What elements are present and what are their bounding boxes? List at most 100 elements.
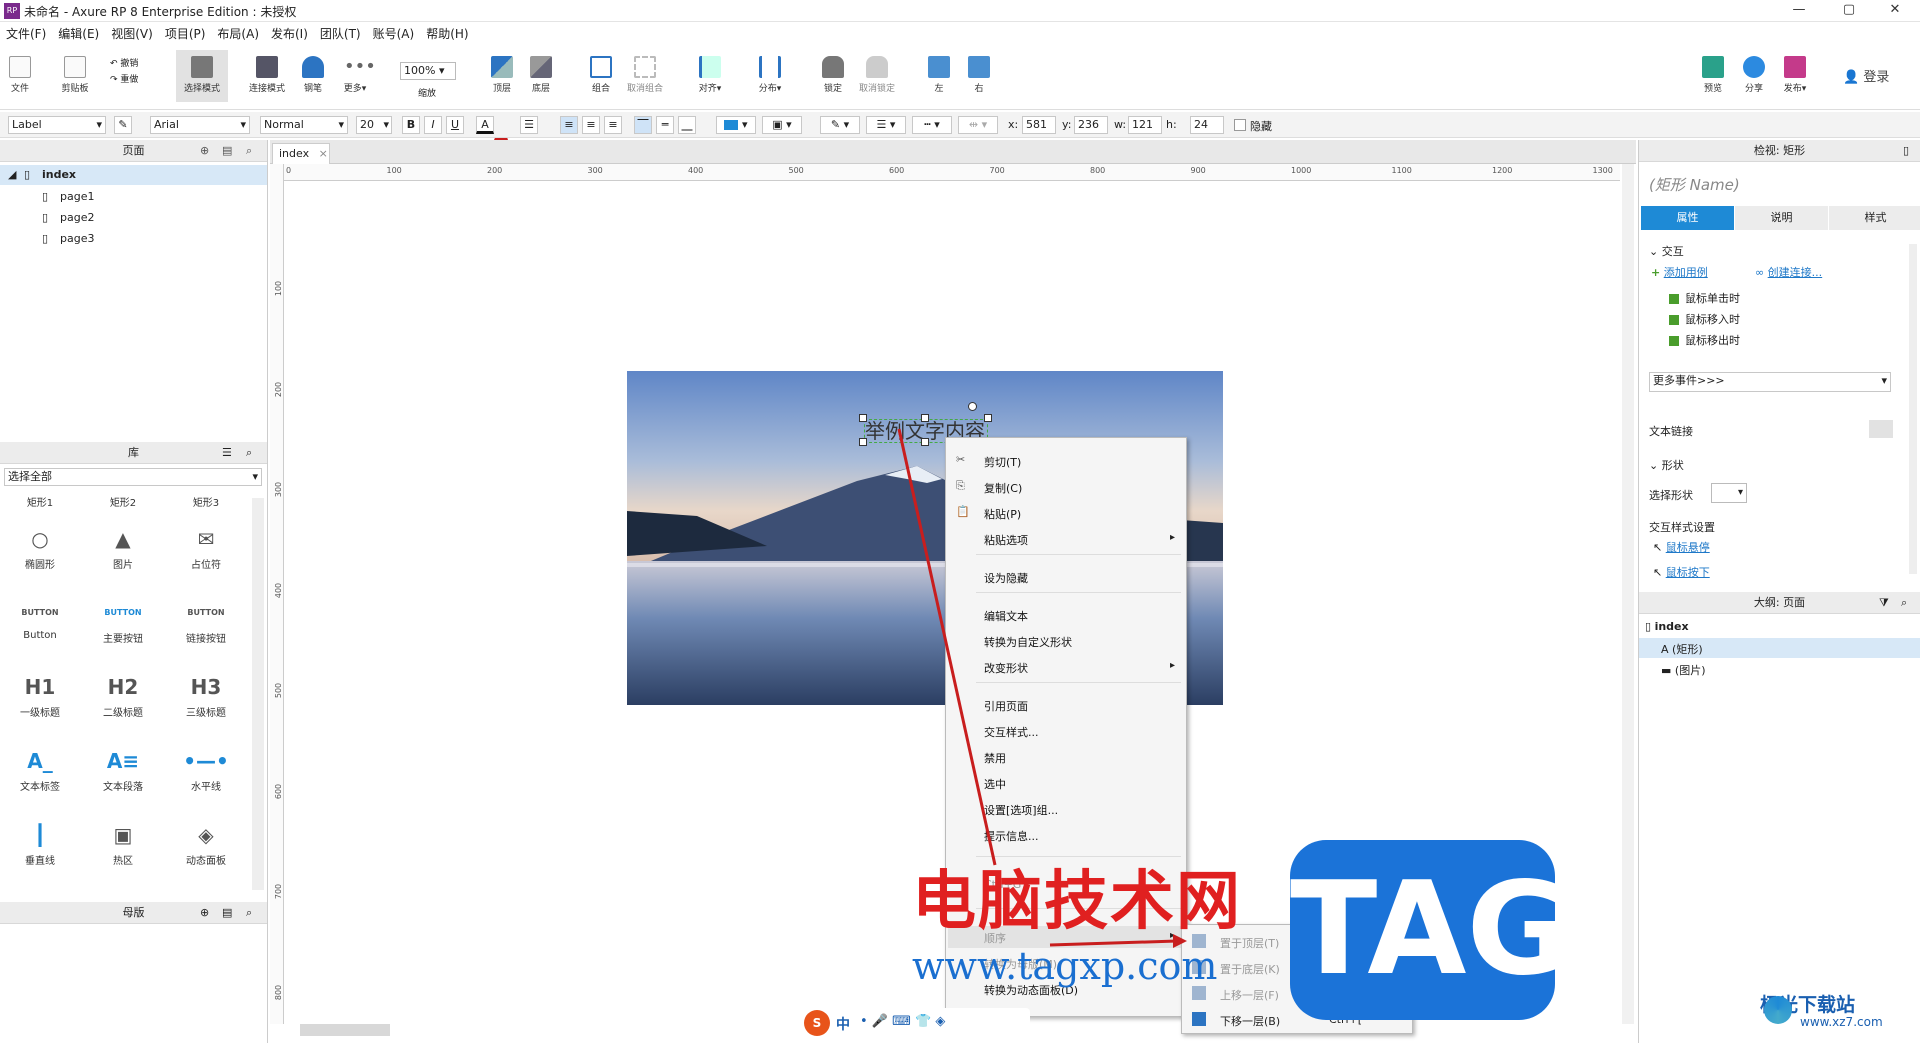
- page-item-page1[interactable]: page1: [60, 190, 94, 203]
- add-master-folder-icon[interactable]: ▤: [222, 906, 232, 919]
- maximize-button[interactable]: ▢: [1826, 0, 1872, 22]
- ungroup-button[interactable]: 取消组合: [622, 46, 668, 94]
- canvas-h-scrollbar[interactable]: [300, 1024, 390, 1036]
- expand-icon[interactable]: ◢: [8, 168, 16, 181]
- hover-style-link[interactable]: ↖ 鼠标悬停: [1653, 539, 1710, 555]
- distribute-button[interactable]: 分布▾: [754, 46, 786, 94]
- event-item[interactable]: 鼠标单击时: [1669, 290, 1740, 306]
- library-search-icon[interactable]: ⌕: [246, 446, 252, 460]
- resize-handle[interactable]: [984, 414, 992, 422]
- arrow-style-button[interactable]: ⇹ ▾: [958, 116, 998, 134]
- redo-button[interactable]: ↷ 重做: [110, 72, 138, 85]
- library-filter-select[interactable]: 选择全部 ▾: [4, 468, 262, 486]
- resize-handle[interactable]: [921, 414, 929, 422]
- resize-handle[interactable]: [859, 438, 867, 446]
- clipboard-button[interactable]: 剪贴板: [54, 46, 96, 94]
- widget-style-select[interactable]: Label ▾: [8, 116, 106, 134]
- library-item[interactable]: A≡ 文本段落: [83, 744, 163, 793]
- underline-button[interactable]: U: [446, 116, 464, 134]
- shadow-button[interactable]: ▣ ▾: [762, 116, 802, 134]
- add-case-button[interactable]: + 添加用例: [1651, 264, 1708, 280]
- add-folder-icon[interactable]: ▤: [222, 144, 232, 157]
- library-item[interactable]: BUTTON Button: [0, 596, 80, 641]
- x-input[interactable]: 581: [1022, 116, 1056, 134]
- hide-checkbox[interactable]: [1234, 119, 1246, 131]
- line-color-button[interactable]: ✎ ▾: [820, 116, 860, 134]
- right-button[interactable]: 右: [964, 46, 994, 94]
- outline-root[interactable]: ▯ index: [1645, 620, 1689, 633]
- menu-view[interactable]: 视图(V): [105, 22, 159, 45]
- tab-notes[interactable]: 说明: [1735, 206, 1828, 230]
- library-item[interactable]: A_ 文本标签: [0, 744, 80, 793]
- library-top-item[interactable]: 矩形2: [83, 494, 163, 509]
- library-item[interactable]: ▣ 热区: [83, 818, 163, 867]
- minimize-button[interactable]: —: [1776, 0, 1822, 22]
- page-item-page3[interactable]: page3: [60, 232, 94, 245]
- outline-search-icon[interactable]: ⌕: [1901, 596, 1907, 610]
- resize-handle[interactable]: [859, 414, 867, 422]
- font-weight-select[interactable]: Normal ▾: [260, 116, 348, 134]
- add-page-icon[interactable]: ⊕: [200, 144, 209, 157]
- library-item[interactable]: ┃ 垂直线: [0, 818, 80, 867]
- event-item[interactable]: 鼠标移入时: [1669, 311, 1740, 327]
- undo-button[interactable]: ↶ 撤销: [110, 56, 138, 69]
- menu-project[interactable]: 项目(P): [159, 22, 212, 45]
- left-button[interactable]: 左: [924, 46, 954, 94]
- italic-button[interactable]: I: [424, 116, 442, 134]
- bold-button[interactable]: B: [402, 116, 420, 134]
- align-left-icon[interactable]: ≡: [560, 116, 578, 134]
- widget-name-input[interactable]: (矩形 Name): [1649, 174, 1740, 195]
- menu-publish[interactable]: 发布(I): [265, 22, 314, 45]
- rotate-handle[interactable]: [968, 402, 977, 411]
- preview-button[interactable]: 预览: [1698, 46, 1728, 94]
- create-link-button[interactable]: ∞ 创建连接...: [1755, 264, 1822, 280]
- outline-item[interactable]: ▬ (图片): [1661, 662, 1706, 678]
- library-top-item[interactable]: 矩形1: [0, 494, 80, 509]
- library-item[interactable]: BUTTON 主要按钮: [83, 596, 163, 645]
- font-color-button[interactable]: A: [476, 116, 494, 134]
- more-events-select[interactable]: 更多事件>>> ▾: [1649, 372, 1891, 392]
- unlock-button[interactable]: 取消锁定: [854, 46, 900, 94]
- tab-index[interactable]: index ×: [272, 143, 330, 164]
- text-link-button[interactable]: [1869, 420, 1893, 438]
- w-input[interactable]: 121: [1128, 116, 1162, 134]
- library-item[interactable]: H3 三级标题: [166, 670, 246, 719]
- shape-section[interactable]: ⌄ 形状: [1649, 457, 1684, 473]
- style-edit-icon[interactable]: ✎: [114, 116, 132, 134]
- add-master-icon[interactable]: ⊕: [200, 906, 209, 919]
- font-select[interactable]: Arial ▾: [150, 116, 250, 134]
- menu-team[interactable]: 团队(T): [314, 22, 367, 45]
- menu-account[interactable]: 账号(A): [367, 22, 421, 45]
- search-pages-icon[interactable]: ⌕: [246, 144, 252, 158]
- file-button[interactable]: 文件: [6, 46, 34, 94]
- login-button[interactable]: 👤 登录: [1843, 66, 1889, 85]
- zoom-select[interactable]: 100% ▾: [400, 62, 456, 80]
- page-item-page2[interactable]: page2: [60, 211, 94, 224]
- lock-button[interactable]: 锁定: [818, 46, 848, 94]
- library-item[interactable]: •—• 水平线: [166, 744, 246, 793]
- ime-tools-icon[interactable]: • 🎤 ⌨ 👕 ◈: [860, 1014, 945, 1029]
- valign-top-icon[interactable]: ⎺: [634, 116, 652, 134]
- library-scrollbar[interactable]: [252, 498, 264, 890]
- align-right-icon[interactable]: ≡: [604, 116, 622, 134]
- group-button[interactable]: 组合: [586, 46, 616, 94]
- interactions-section[interactable]: ⌄ 交互: [1649, 243, 1684, 259]
- library-item[interactable]: ✉ 占位符: [166, 522, 246, 571]
- align-button[interactable]: 对齐▾: [694, 46, 726, 94]
- bring-to-front-button[interactable]: 顶层: [487, 46, 517, 94]
- fill-color-button[interactable]: ▾: [716, 116, 756, 134]
- close-tab-icon[interactable]: ×: [319, 147, 328, 160]
- menu-edit[interactable]: 编辑(E): [52, 22, 105, 45]
- library-item[interactable]: ▲ 图片: [83, 522, 163, 571]
- valign-middle-icon[interactable]: ═: [656, 116, 674, 134]
- valign-bottom-icon[interactable]: ⎽: [678, 116, 696, 134]
- publish-button[interactable]: 发布▾: [1780, 46, 1810, 94]
- line-width-button[interactable]: ☰ ▾: [866, 116, 906, 134]
- menu-layout[interactable]: 布局(A): [211, 22, 265, 45]
- font-size-select[interactable]: 20 ▾: [356, 116, 392, 134]
- y-input[interactable]: 236: [1074, 116, 1108, 134]
- notes-icon[interactable]: ▯: [1903, 144, 1909, 157]
- library-item[interactable]: H2 二级标题: [83, 670, 163, 719]
- page-row-index[interactable]: [0, 165, 267, 185]
- more-button[interactable]: ••• 更多▾: [338, 46, 376, 94]
